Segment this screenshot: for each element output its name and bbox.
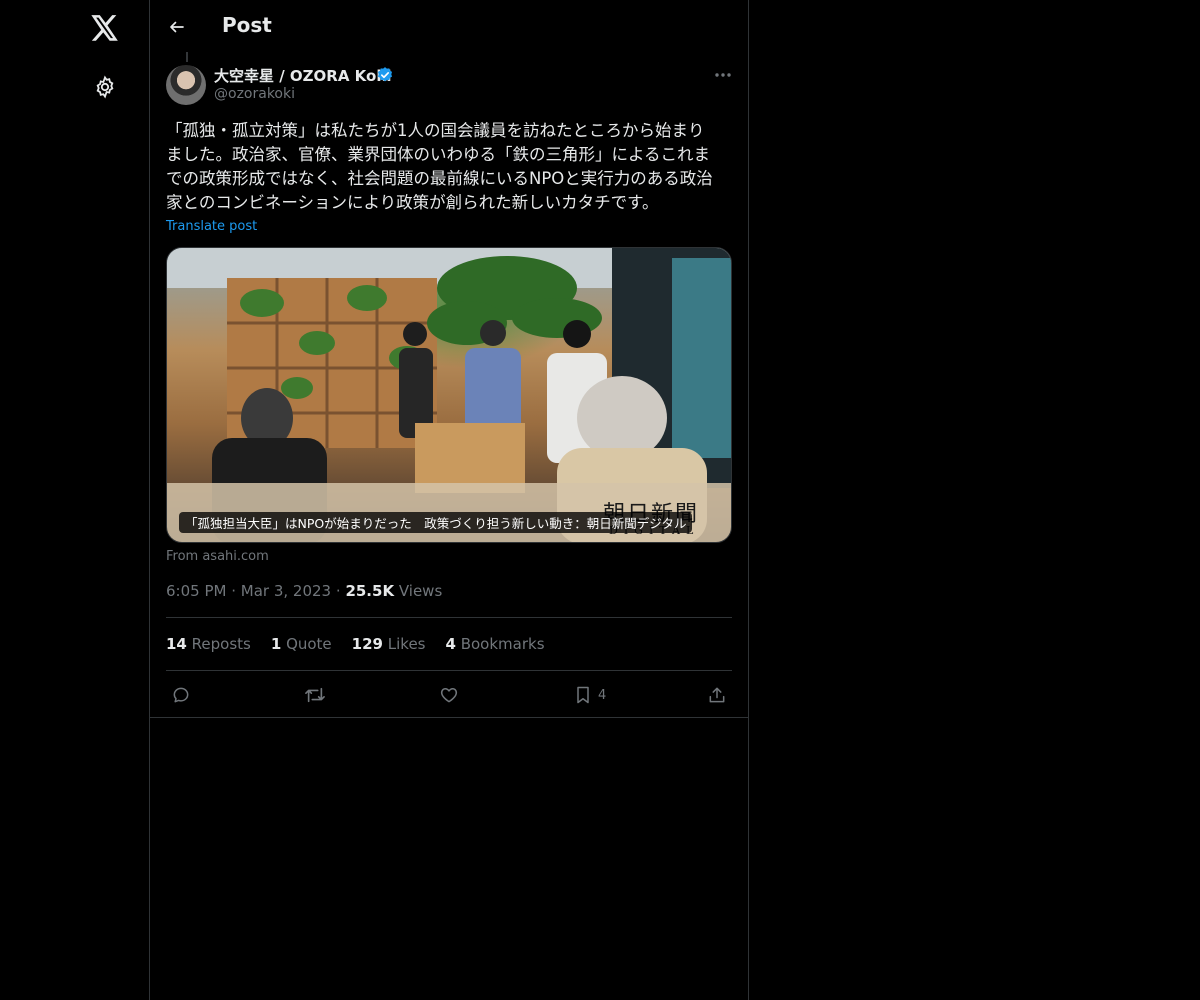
author-display-name[interactable]: 大空幸星 / OZORA Koki bbox=[214, 65, 391, 86]
author-handle[interactable]: @ozorakoki bbox=[214, 86, 295, 102]
likes-count: 129 bbox=[351, 635, 383, 653]
reposts-count: 14 bbox=[166, 635, 187, 653]
x-logo-icon[interactable] bbox=[85, 8, 125, 48]
page-header: Post bbox=[150, 0, 748, 54]
post-column: Post 大空幸星 / OZORA Koki @ozorakoki 「孤独・孤立… bbox=[149, 0, 749, 1000]
gear-icon[interactable] bbox=[88, 70, 122, 104]
quote-label: Quote bbox=[286, 635, 332, 653]
engagement-stats: 14 Reposts 1 Quote 129 Likes 4 Bookmarks bbox=[166, 635, 545, 653]
translate-post-link[interactable]: Translate post bbox=[166, 219, 257, 234]
repost-icon bbox=[305, 687, 325, 703]
post-meta: 6:05 PM · Mar 3, 2023 · 25.5K Views bbox=[166, 582, 442, 600]
card-source[interactable]: From asahi.com bbox=[166, 549, 269, 564]
bookmark-icon bbox=[577, 686, 589, 704]
more-icon[interactable] bbox=[710, 65, 736, 85]
action-bar: 4 bbox=[166, 682, 732, 708]
views-label: Views bbox=[398, 582, 443, 600]
reply-button[interactable] bbox=[171, 682, 191, 708]
bookmark-button[interactable]: 4 bbox=[574, 682, 606, 708]
avatar[interactable] bbox=[166, 65, 206, 105]
quote-stat[interactable]: 1 Quote bbox=[271, 635, 332, 653]
post-date[interactable]: Mar 3, 2023 bbox=[241, 582, 331, 600]
divider bbox=[166, 617, 732, 618]
quote-count: 1 bbox=[270, 635, 282, 653]
bookmarks-count: 4 bbox=[445, 635, 456, 653]
repost-button[interactable] bbox=[304, 682, 326, 708]
share-icon bbox=[709, 687, 725, 703]
post-time[interactable]: 6:05 PM bbox=[166, 582, 226, 600]
arrow-left-icon[interactable] bbox=[162, 12, 192, 42]
thread-connector bbox=[186, 52, 188, 62]
divider bbox=[150, 717, 748, 718]
share-button[interactable] bbox=[707, 682, 727, 708]
heart-icon bbox=[440, 688, 458, 703]
reposts-stat[interactable]: 14 Reposts bbox=[166, 635, 251, 653]
bookmarks-stat[interactable]: 4 Bookmarks bbox=[446, 635, 545, 653]
post-text: 「孤独・孤立対策」は私たちが1人の国会議員を訪ねたところから始まり ました。政治… bbox=[166, 121, 713, 212]
meta-separator: · bbox=[335, 582, 346, 600]
verified-badge-icon bbox=[376, 66, 394, 84]
card-title: 「孤独担当大臣」はNPOが始まりだった 政策づくり担う新しい動き：朝日新聞デジタ… bbox=[179, 512, 693, 533]
reposts-label: Reposts bbox=[191, 635, 251, 653]
left-nav bbox=[0, 0, 149, 1000]
likes-stat[interactable]: 129 Likes bbox=[352, 635, 426, 653]
reply-icon bbox=[173, 687, 189, 703]
page-title: Post bbox=[222, 13, 272, 37]
like-button[interactable] bbox=[439, 682, 459, 708]
bookmarks-label: Bookmarks bbox=[460, 635, 545, 653]
divider bbox=[166, 670, 732, 671]
bookmark-count: 4 bbox=[598, 687, 607, 703]
meta-separator: · bbox=[231, 582, 241, 600]
views-count: 25.5K bbox=[345, 582, 395, 600]
link-card[interactable]: 朝日新聞 DIGITAL 「孤独担当大臣」はNPOが始まりだった 政策づくり担う… bbox=[166, 247, 732, 543]
likes-label: Likes bbox=[387, 635, 426, 653]
